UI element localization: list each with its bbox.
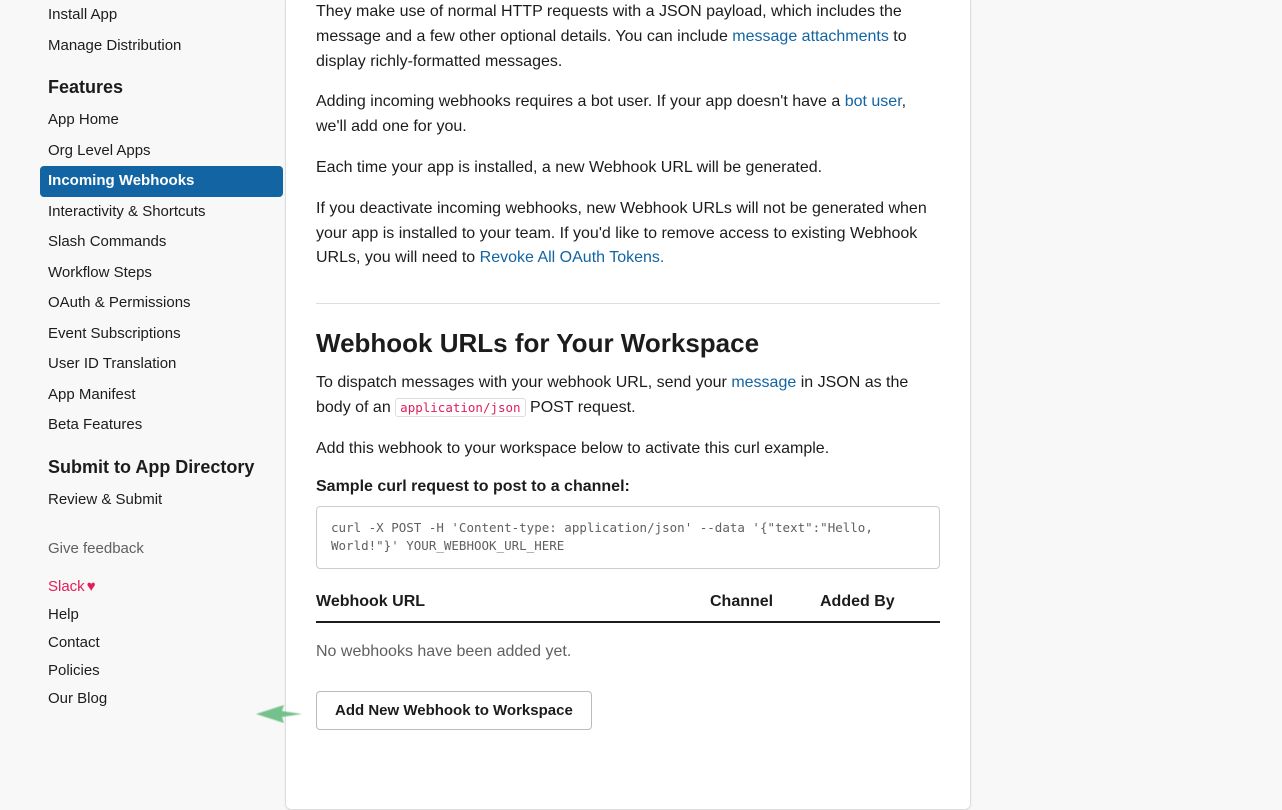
sidebar-item-oauth-permissions[interactable]: OAuth & Permissions bbox=[48, 288, 263, 319]
dispatch-text-3: POST request. bbox=[526, 399, 636, 416]
message-link[interactable]: message bbox=[731, 374, 796, 391]
sidebar-item-incoming-webhooks[interactable]: Incoming Webhooks bbox=[40, 166, 283, 197]
sidebar-item-install-app[interactable]: Install App bbox=[48, 0, 263, 31]
footer-link-contact[interactable]: Contact bbox=[48, 629, 263, 657]
sidebar-item-beta-features[interactable]: Beta Features bbox=[48, 410, 263, 441]
footer-link-slack[interactable]: Slack♥ bbox=[48, 573, 263, 601]
section-title: Webhook URLs for Your Workspace bbox=[316, 328, 940, 359]
eachtime-paragraph: Each time your app is installed, a new W… bbox=[316, 156, 940, 181]
th-channel: Channel bbox=[710, 593, 820, 611]
add-webhook-button[interactable]: Add New Webhook to Workspace bbox=[316, 691, 592, 730]
empty-webhooks-message: No webhooks have been added yet. bbox=[316, 623, 940, 691]
intro-paragraph: They make use of normal HTTP requests wi… bbox=[316, 0, 940, 74]
main-content: They make use of normal HTTP requests wi… bbox=[285, 0, 971, 810]
sidebar-item-app-home[interactable]: App Home bbox=[48, 105, 263, 136]
th-added-by: Added By bbox=[820, 593, 940, 611]
curl-label: Sample curl request to post to a channel… bbox=[316, 478, 940, 496]
footer-link-policies[interactable]: Policies bbox=[48, 657, 263, 685]
footer-link-blog[interactable]: Our Blog bbox=[48, 685, 263, 713]
sidebar-heading-submit: Submit to App Directory bbox=[48, 441, 263, 485]
sidebar-item-user-id-translation[interactable]: User ID Translation bbox=[48, 349, 263, 380]
th-webhook-url: Webhook URL bbox=[316, 593, 710, 611]
slack-label: Slack bbox=[48, 578, 85, 595]
activate-paragraph: Add this webhook to your workspace below… bbox=[316, 437, 940, 462]
give-feedback-link[interactable]: Give feedback bbox=[48, 516, 263, 573]
footer-link-help[interactable]: Help bbox=[48, 601, 263, 629]
heart-icon: ♥ bbox=[87, 578, 96, 595]
sidebar-item-workflow-steps[interactable]: Workflow Steps bbox=[48, 258, 263, 289]
sidebar-item-app-manifest[interactable]: App Manifest bbox=[48, 380, 263, 411]
webhook-table-header: Webhook URL Channel Added By bbox=[316, 593, 940, 623]
sidebar-item-org-level-apps[interactable]: Org Level Apps bbox=[48, 136, 263, 167]
sidebar-item-event-subscriptions[interactable]: Event Subscriptions bbox=[48, 319, 263, 350]
bot-user-link[interactable]: bot user bbox=[845, 93, 902, 110]
dispatch-text-1: To dispatch messages with your webhook U… bbox=[316, 374, 731, 391]
arrow-icon bbox=[256, 699, 302, 733]
sidebar: Install App Manage Distribution Features… bbox=[0, 0, 285, 810]
sidebar-item-manage-distribution[interactable]: Manage Distribution bbox=[48, 31, 263, 62]
sidebar-item-slash-commands[interactable]: Slash Commands bbox=[48, 227, 263, 258]
botuser-text-1: Adding incoming webhooks requires a bot … bbox=[316, 93, 845, 110]
dispatch-paragraph: To dispatch messages with your webhook U… bbox=[316, 371, 940, 421]
sidebar-item-review-submit[interactable]: Review & Submit bbox=[48, 485, 263, 516]
deactivate-paragraph: If you deactivate incoming webhooks, new… bbox=[316, 197, 940, 271]
revoke-tokens-link[interactable]: Revoke All OAuth Tokens. bbox=[480, 249, 665, 266]
sidebar-item-interactivity-shortcuts[interactable]: Interactivity & Shortcuts bbox=[48, 197, 263, 228]
divider bbox=[316, 303, 940, 304]
content-type-code: application/json bbox=[395, 398, 525, 417]
curl-code-block: curl -X POST -H 'Content-type: applicati… bbox=[316, 506, 940, 570]
message-attachments-link[interactable]: message attachments bbox=[732, 28, 889, 45]
sidebar-heading-features: Features bbox=[48, 61, 263, 105]
botuser-paragraph: Adding incoming webhooks requires a bot … bbox=[316, 90, 940, 140]
